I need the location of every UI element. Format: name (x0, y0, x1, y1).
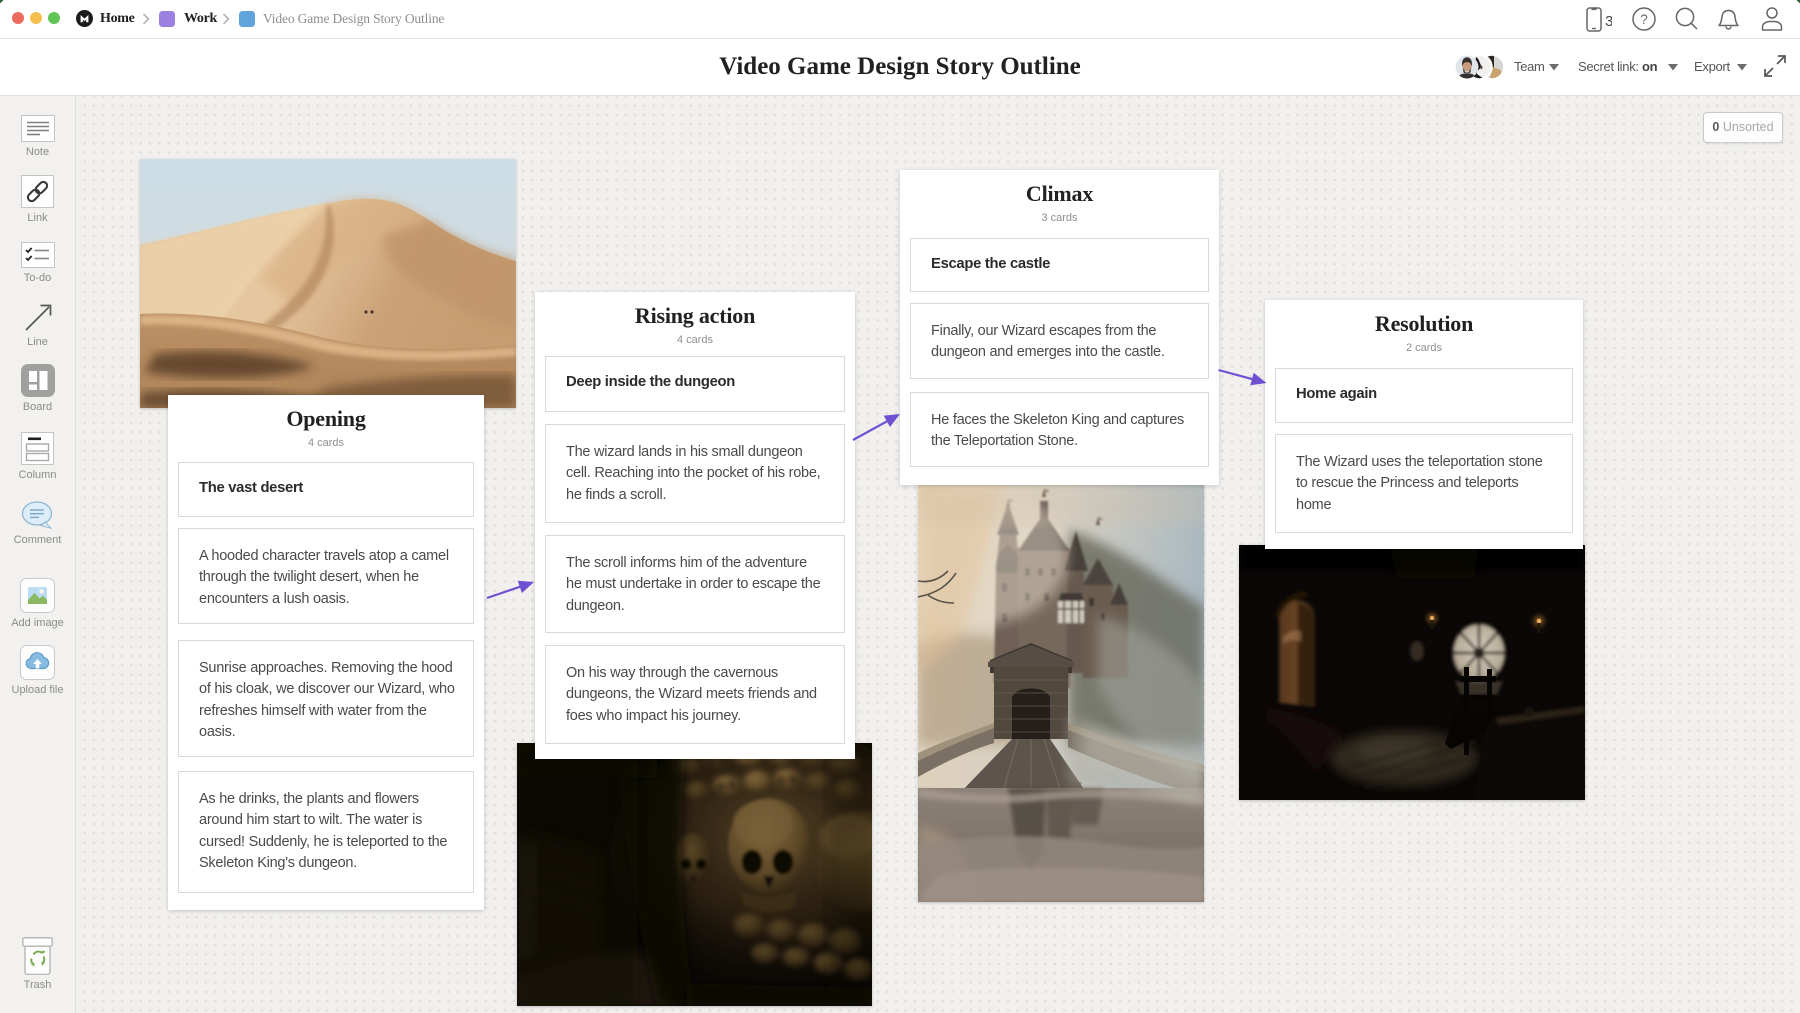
svg-text:3: 3 (1605, 13, 1612, 30)
svg-text:?: ? (1640, 12, 1648, 27)
